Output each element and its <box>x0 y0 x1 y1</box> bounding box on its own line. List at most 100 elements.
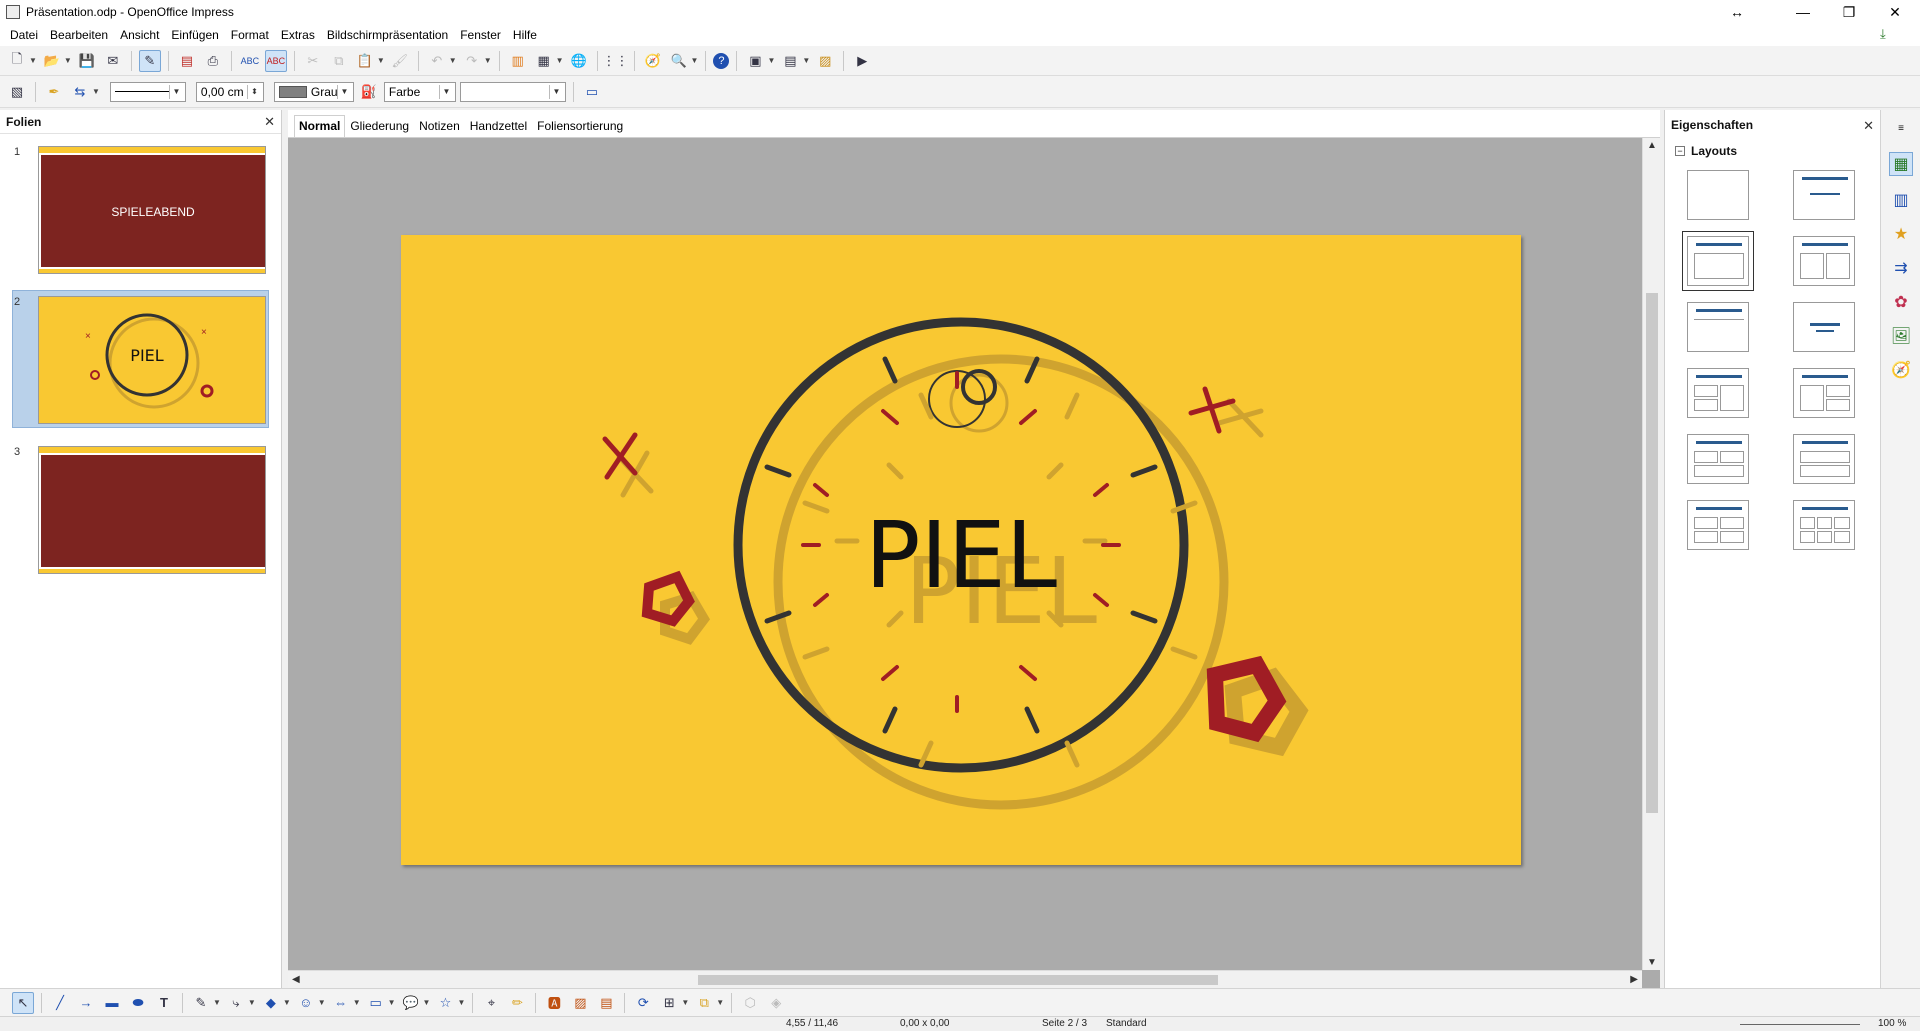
extrusion-icon[interactable]: ⬡ <box>739 992 761 1014</box>
block-arrows-icon[interactable]: ⇔ <box>330 992 352 1014</box>
area-icon[interactable]: ⛽ <box>358 81 380 103</box>
menu-datei[interactable]: Datei <box>4 28 44 42</box>
close-button[interactable]: ✕ <box>1872 0 1918 24</box>
layout-title-4content[interactable] <box>1687 500 1749 550</box>
styles-icon[interactable]: ▧ <box>6 81 28 103</box>
arrows-dropdown-icon[interactable]: ▼ <box>353 998 361 1007</box>
layouts-section-header[interactable]: − Layouts <box>1665 140 1880 162</box>
resize-arrows-icon[interactable]: ↔ <box>1714 0 1760 24</box>
menu-einfuegen[interactable]: Einfügen <box>165 28 224 42</box>
callouts-dropdown-icon[interactable]: ▼ <box>423 998 431 1007</box>
scroll-up-icon[interactable]: ▲ <box>1647 140 1657 151</box>
glue-points-icon[interactable]: ✏ <box>506 992 528 1014</box>
tab-handzettel[interactable]: Handzettel <box>465 115 532 137</box>
undo-dropdown-icon[interactable]: ▼ <box>449 56 457 65</box>
text-tool-icon[interactable]: T <box>153 992 175 1014</box>
auto-spellcheck-icon[interactable]: ABC <box>264 49 287 72</box>
table-dropdown-icon[interactable]: ▼ <box>556 56 564 65</box>
flowchart-dropdown-icon[interactable]: ▼ <box>388 998 396 1007</box>
print-icon[interactable]: ⎙ <box>202 50 224 72</box>
stars-icon[interactable]: ☆ <box>434 992 456 1014</box>
zoom-slider[interactable] <box>1740 1024 1860 1025</box>
close-icon[interactable]: ✕ <box>1863 118 1874 134</box>
grid-icon[interactable]: ⋮⋮ <box>603 50 629 72</box>
tab-gliederung[interactable]: Gliederung <box>345 115 414 137</box>
symbol-shapes-icon[interactable]: ☺ <box>295 992 317 1014</box>
rotate-icon[interactable]: ⟳ <box>632 992 654 1014</box>
properties-deck-icon[interactable]: ▦ <box>1889 152 1913 176</box>
open-dropdown-icon[interactable]: ▼ <box>64 56 72 65</box>
scroll-right-icon[interactable]: ▶ <box>1630 974 1638 985</box>
ellipse-icon[interactable]: ⬬ <box>127 992 149 1014</box>
slide-dropdown-icon[interactable]: ▼ <box>767 56 775 65</box>
table-icon[interactable]: ▦ <box>533 50 555 72</box>
basic-shapes-icon[interactable]: ◆ <box>260 992 282 1014</box>
layout-title-2content-right[interactable] <box>1793 368 1855 418</box>
slide-icon[interactable]: ▣ <box>744 50 766 72</box>
vertical-scroll-thumb[interactable] <box>1646 293 1658 813</box>
slideshow-icon[interactable]: ▶ <box>851 50 873 72</box>
fontwork-icon[interactable]: 🅰 <box>543 992 565 1014</box>
line-style-select[interactable]: ▼ <box>109 81 186 102</box>
paste-dropdown-icon[interactable]: ▼ <box>377 56 385 65</box>
slide-thumbnail-2[interactable]: PIEL × × <box>38 296 266 424</box>
new-document-icon[interactable]: 🗋 <box>6 50 28 72</box>
arrow-style-icon[interactable]: ⇆ <box>69 81 91 103</box>
layout-title-content-over[interactable] <box>1793 434 1855 484</box>
shapes-dropdown-icon[interactable]: ▼ <box>283 998 291 1007</box>
collapse-icon[interactable]: − <box>1675 146 1685 156</box>
layout-title-2content-top[interactable] <box>1687 434 1749 484</box>
symbol-dropdown-icon[interactable]: ▼ <box>318 998 326 1007</box>
line-icon[interactable]: ✒ <box>43 81 65 103</box>
undo-icon[interactable]: ↶ <box>426 50 448 72</box>
cut-icon[interactable]: ✂ <box>302 50 324 72</box>
scroll-down-icon[interactable]: ▼ <box>1647 957 1657 968</box>
new-dropdown-icon[interactable]: ▼ <box>29 56 37 65</box>
layout-dropdown-icon[interactable]: ▼ <box>802 56 810 65</box>
slide-layout-icon[interactable]: ▤ <box>779 50 801 72</box>
format-paintbrush-icon[interactable]: 🖌 <box>389 50 411 72</box>
hyperlink-icon[interactable]: 🌐 <box>568 50 590 72</box>
layout-title-two-content[interactable] <box>1793 236 1855 286</box>
navigator-deck-icon[interactable]: 🧭 <box>1889 358 1913 382</box>
custom-animation-icon[interactable]: ★ <box>1889 222 1913 246</box>
layout-centered-text[interactable] <box>1793 302 1855 352</box>
arrange-icon[interactable]: ⧉ <box>693 992 715 1014</box>
layout-title-only[interactable] <box>1793 170 1855 220</box>
export-pdf-icon[interactable]: ▤ <box>176 50 198 72</box>
horizontal-scroll-thumb[interactable] <box>698 975 1218 985</box>
navigator-icon[interactable]: 🧭 <box>642 50 664 72</box>
connector-icon[interactable]: ⤷ <box>225 992 247 1014</box>
layout-blank[interactable] <box>1687 170 1749 220</box>
line-color-select[interactable]: Grau ▼ <box>273 81 354 102</box>
zoom-level[interactable]: 100 % <box>1878 1018 1906 1029</box>
points-icon[interactable]: ⌖ <box>480 992 502 1014</box>
layout-title-content[interactable] <box>1682 231 1754 291</box>
copy-icon[interactable]: ⧉ <box>328 50 350 72</box>
tab-foliensortierung[interactable]: Foliensortierung <box>532 115 628 137</box>
master-slides-icon[interactable]: ▥ <box>1889 188 1913 212</box>
slide-design-icon[interactable]: ▨ <box>814 50 836 72</box>
line-tool-icon[interactable]: ╱ <box>49 992 71 1014</box>
sidebar-menu-icon[interactable]: ≡ <box>1889 116 1913 140</box>
minimize-button[interactable]: — <box>1780 0 1826 24</box>
select-arrow-icon[interactable]: ↖ <box>12 991 34 1014</box>
menu-format[interactable]: Format <box>225 28 275 42</box>
maximize-button[interactable]: ❐ <box>1826 0 1872 24</box>
stars-dropdown-icon[interactable]: ▼ <box>457 998 465 1007</box>
3d-effects-icon[interactable]: ◈ <box>765 992 787 1014</box>
zoom-icon[interactable]: 🔍 <box>668 50 690 72</box>
tab-normal[interactable]: Normal <box>294 115 346 137</box>
gallery-icon[interactable]: 🖼 <box>1889 324 1913 348</box>
curve-icon[interactable]: ✎ <box>190 992 212 1014</box>
scroll-left-icon[interactable]: ◀ <box>292 974 300 985</box>
menu-extras[interactable]: Extras <box>275 28 321 42</box>
chart-icon[interactable]: ▥ <box>507 50 529 72</box>
from-file-icon[interactable]: ▨ <box>569 992 591 1014</box>
open-folder-icon[interactable]: 📂 <box>41 50 63 72</box>
curve-dropdown-icon[interactable]: ▼ <box>213 998 221 1007</box>
slide-transition-icon[interactable]: ⇉ <box>1889 256 1913 280</box>
menu-fenster[interactable]: Fenster <box>454 28 507 42</box>
help-icon[interactable]: ? <box>713 52 730 69</box>
spellcheck-icon[interactable]: ABC <box>239 50 261 72</box>
